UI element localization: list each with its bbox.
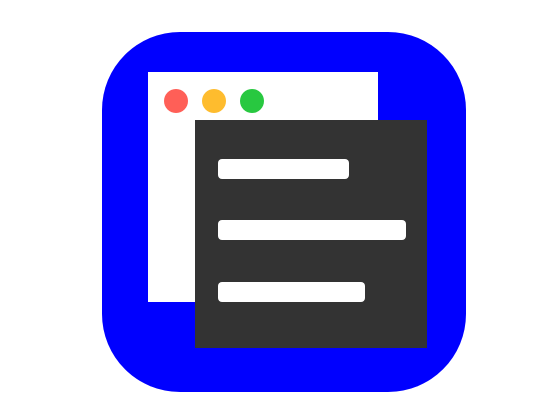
text-line-2-icon bbox=[218, 220, 406, 240]
app-icon-canvas bbox=[0, 0, 560, 420]
text-line-3-icon bbox=[218, 282, 365, 302]
text-line-1-icon bbox=[218, 159, 349, 179]
window-maximize-dot-icon bbox=[240, 89, 264, 113]
window-minimize-dot-icon bbox=[202, 89, 226, 113]
window-close-dot-icon bbox=[164, 89, 188, 113]
